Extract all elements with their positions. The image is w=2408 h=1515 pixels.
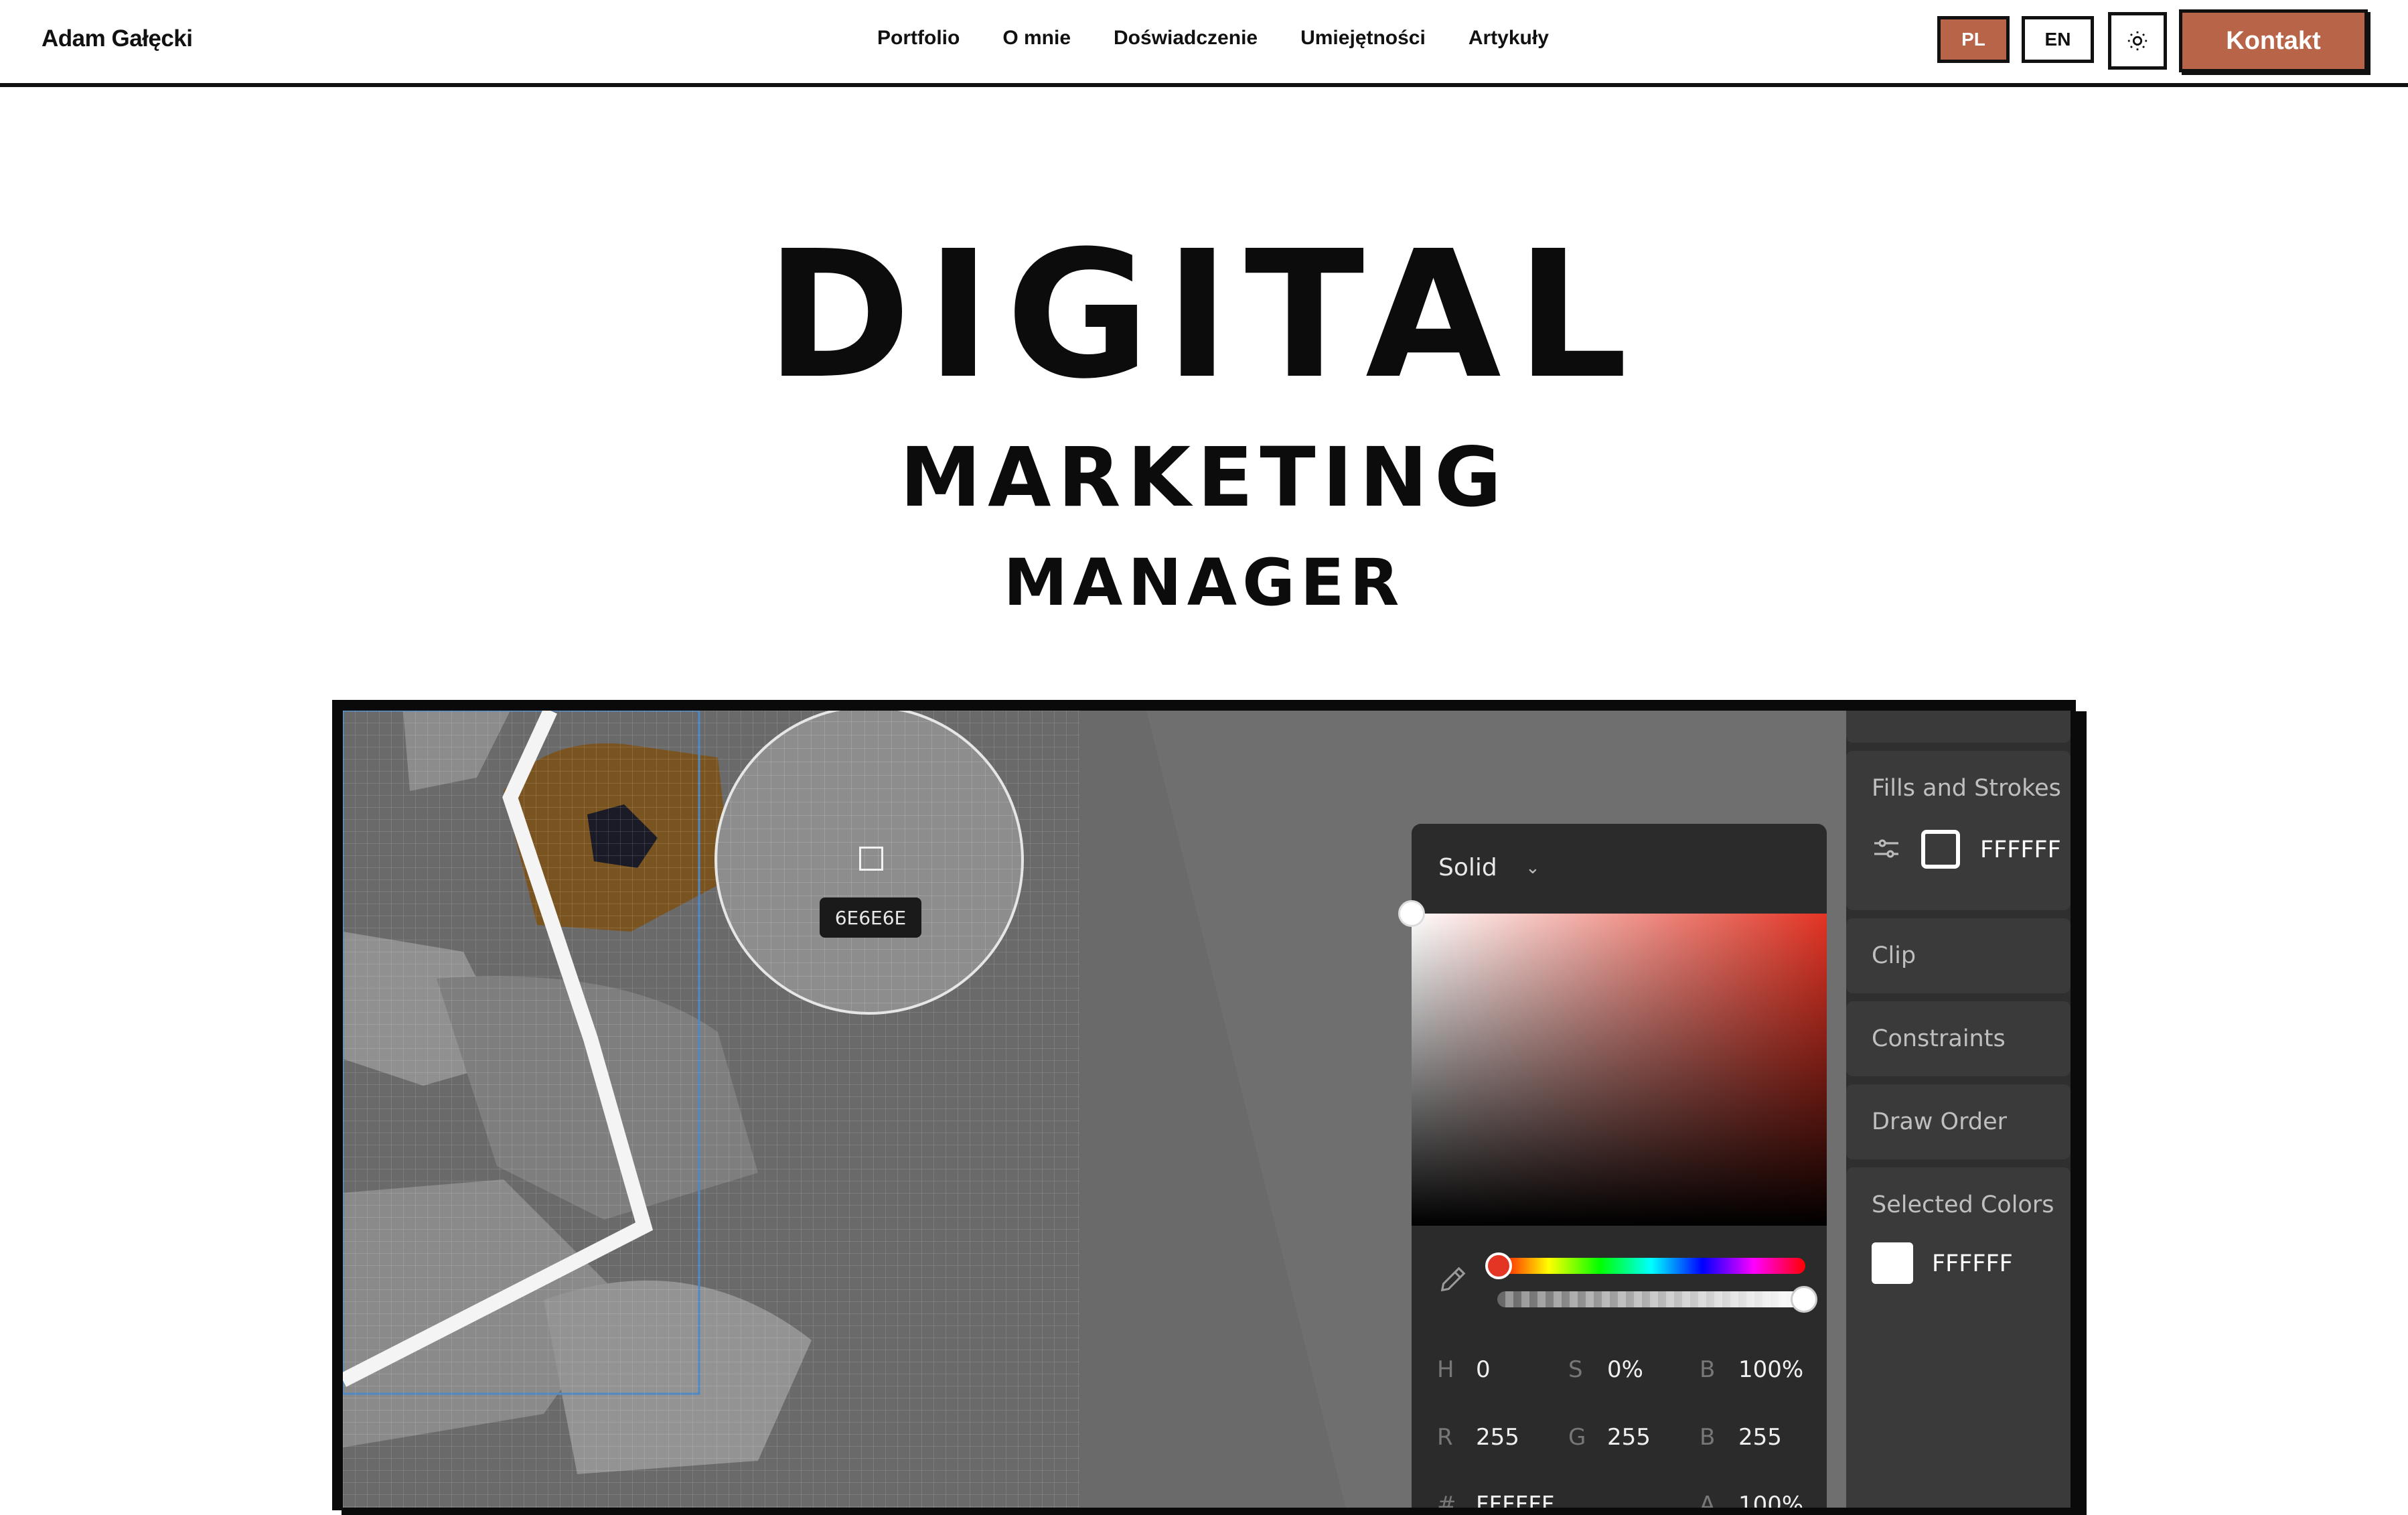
hex-label: # [1437,1492,1456,1510]
hue-slider[interactable] [1485,1252,1805,1279]
rgb-row: R 255 G 255 B 255 [1437,1424,1812,1492]
main-nav: Portfolio O mnie Doświadczenie Umiejętno… [877,27,1549,50]
nav-portfolio[interactable]: Portfolio [877,27,960,50]
nav-experience[interactable]: Doświadczenie [1114,27,1258,50]
selected-color-value[interactable]: FFFFFF [1932,1250,2013,1277]
draw-order-card[interactable]: Draw Order [1846,1084,2071,1159]
r-value[interactable]: 255 [1476,1424,1519,1451]
selected-colors-card: Selected Colors FFFFFF [1846,1167,2071,1508]
magnifier-color-label: 6E6E6E [820,897,921,938]
color-magnifier: 6E6E6E [714,711,1024,1015]
h-value[interactable]: 0 [1476,1356,1491,1383]
panel-card-top [1846,711,2071,743]
hero-title-digital: DIGITAL [765,213,1643,417]
design-canvas: 6E6E6E Solid ⌄ H 0 S 0% B 100% R 255 G 2… [343,711,1846,1510]
site-logo[interactable]: Adam Gałęcki [42,25,193,52]
alpha-handle[interactable] [1791,1286,1817,1313]
hue-handle[interactable] [1485,1252,1512,1279]
g-label: G [1568,1424,1586,1451]
constraints-title: Constraints [1872,1025,2006,1052]
clip-title: Clip [1872,942,1916,969]
color-picker: Solid ⌄ H 0 S 0% B 100% R 255 G 255 B 25… [1398,824,1827,1510]
nav-articles[interactable]: Artykuły [1469,27,1549,50]
fills-value[interactable]: FFFFFF [1980,837,2061,863]
constraints-card[interactable]: Constraints [1846,1001,2071,1076]
blue-label: B [1700,1424,1716,1451]
lang-en-button[interactable]: EN [2022,16,2094,63]
g-value[interactable]: 255 [1607,1424,1651,1451]
blue-value[interactable]: 255 [1738,1424,1782,1451]
sv-handle[interactable] [1398,900,1425,927]
saturation-brightness-field[interactable] [1398,900,1827,1226]
r-label: R [1437,1424,1453,1451]
nav-skills[interactable]: Umiejętności [1300,27,1426,50]
inspector-panel: Fills and Strokes FFFFFF Clip Constraint… [1846,711,2071,1508]
b-label: B [1700,1356,1716,1383]
selected-color-swatch[interactable] [1872,1242,1913,1284]
lang-pl-button[interactable]: PL [1937,16,2010,63]
contact-button[interactable]: Kontakt [2179,9,2368,72]
alpha-slider[interactable] [1497,1286,1817,1313]
hex-row: # FFFFFF A 100% [1437,1492,1812,1510]
hsb-row: H 0 S 0% B 100% [1437,1356,1812,1424]
magnifier-target-icon [859,847,883,871]
selected-colors-title: Selected Colors [1872,1192,2054,1218]
adjust-icon[interactable] [1870,833,1902,871]
hero-title-manager: MANAGER [1003,545,1405,620]
nav-about[interactable]: O mnie [1002,27,1071,50]
hex-value[interactable]: FFFFFF [1476,1492,1554,1508]
a-label: A [1700,1492,1716,1510]
eyedropper-icon[interactable] [1437,1265,1468,1303]
app-screenshot: 6E6E6E Solid ⌄ H 0 S 0% B 100% R 255 G 2… [343,711,2071,1510]
s-value[interactable]: 0% [1607,1356,1643,1383]
draw-order-title: Draw Order [1872,1108,2008,1135]
chevron-down-icon[interactable]: ⌄ [1525,857,1540,878]
a-value[interactable]: 100% [1738,1492,1803,1508]
showcase-frame: 6E6E6E Solid ⌄ H 0 S 0% B 100% R 255 G 2… [332,700,2076,1510]
site-header: Adam Gałęcki Portfolio O mnie Doświadcze… [0,0,2408,87]
fill-type-select[interactable]: Solid [1438,854,1497,881]
fills-strokes-card: Fills and Strokes FFFFFF [1846,751,2071,910]
fills-strokes-title: Fills and Strokes [1872,775,2061,802]
h-label: H [1437,1356,1454,1383]
hero-title-marketing: MARKETING [899,430,1509,525]
stroke-swatch[interactable] [1921,830,1960,869]
b-value[interactable]: 100% [1738,1356,1803,1383]
color-values: H 0 S 0% B 100% R 255 G 255 B 255 # FFFF… [1437,1356,1812,1510]
s-label: S [1568,1356,1583,1383]
sun-icon [2127,31,2148,51]
theme-toggle-button[interactable] [2108,12,2167,70]
clip-card[interactable]: Clip [1846,918,2071,993]
